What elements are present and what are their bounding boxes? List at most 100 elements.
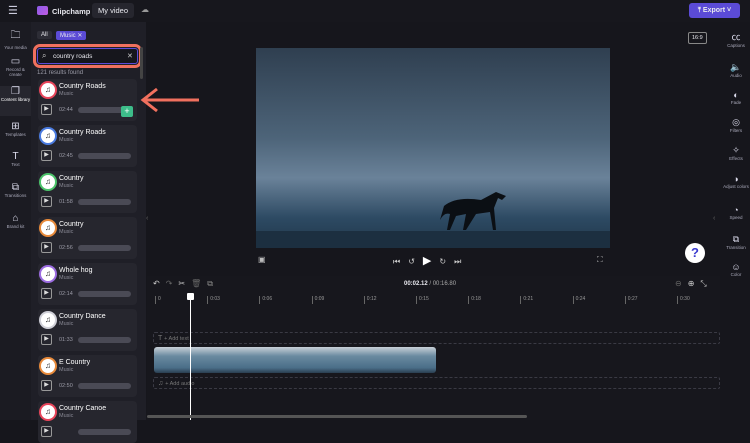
collapse-rail-icon[interactable]: ‹ xyxy=(713,215,715,222)
waveform xyxy=(78,291,131,297)
camera-icon: ▭ xyxy=(10,56,21,67)
skip-back-icon[interactable]: ⏮ xyxy=(393,257,408,266)
nav-record-create[interactable]: ▭ Record & create xyxy=(0,56,31,77)
playhead[interactable] xyxy=(187,293,194,420)
nav-transitions[interactable]: ⧉ Transitions xyxy=(0,182,31,198)
collapse-panel-icon[interactable]: ‹ xyxy=(146,215,152,229)
play-icon[interactable]: ▶ xyxy=(41,426,52,437)
fit-icon[interactable]: ⤡ xyxy=(700,279,712,288)
track-title: Country Roads xyxy=(59,129,106,136)
brand-icon: ⌂ xyxy=(12,213,19,224)
track-title: Country xyxy=(59,175,84,182)
speed-icon: ◔ xyxy=(733,205,739,215)
ruler-tick: 0:15 xyxy=(416,296,429,304)
play-icon[interactable]: ▶ xyxy=(41,196,52,207)
play-icon[interactable]: ▶ xyxy=(41,104,52,115)
track-duration: 01:58 xyxy=(59,199,73,205)
menu-icon[interactable]: ☰ xyxy=(8,4,18,17)
play-icon[interactable]: ▶ xyxy=(41,242,52,253)
rail-filters[interactable]: ◎ Filters xyxy=(722,117,750,133)
audio-track[interactable]: ♫ + Add audio xyxy=(153,377,720,389)
music-card[interactable]: ♫ Country Music ▶ 01:58 xyxy=(38,171,137,213)
filters-icon: ◎ xyxy=(732,117,740,127)
rail-transition[interactable]: ⧉ Transition xyxy=(722,234,750,250)
music-disc-icon: ♫ xyxy=(41,83,55,97)
music-card[interactable]: ♫ Country Roads Music ▶ 02:45 xyxy=(38,125,137,167)
text-track[interactable]: T + Add text xyxy=(153,332,720,344)
music-disc-icon: ♫ xyxy=(41,175,55,189)
ruler-tick: 0:03 xyxy=(207,296,220,304)
fullscreen-icon[interactable]: ⛶ xyxy=(597,255,603,265)
duplicate-icon[interactable]: ⧉ xyxy=(207,279,219,288)
music-disc-icon: ♫ xyxy=(41,129,55,143)
search-input[interactable]: ⌕ country roads ✕ xyxy=(37,48,138,64)
play-icon[interactable]: ▶ xyxy=(41,150,52,161)
forward-5-icon[interactable]: ↻ xyxy=(439,257,454,266)
music-disc-icon: ♫ xyxy=(41,359,55,373)
rail-audio[interactable]: 🔈 Audio xyxy=(722,62,750,78)
play-icon[interactable]: ▶ xyxy=(41,380,52,391)
cc-icon: ㏄ xyxy=(731,32,741,42)
ruler-tick: 0:21 xyxy=(520,296,533,304)
clear-search-icon[interactable]: ✕ xyxy=(127,52,133,60)
screenshot-icon[interactable]: ▣ xyxy=(258,255,266,264)
waveform xyxy=(78,383,131,389)
play-icon[interactable]: ▶ xyxy=(41,288,52,299)
music-disc-icon: ♫ xyxy=(41,267,55,281)
project-name[interactable]: My video xyxy=(92,3,135,18)
nav-your-media[interactable]: 🗀 Your media xyxy=(0,28,31,50)
filter-all[interactable]: All xyxy=(37,31,52,39)
zoom-out-icon[interactable]: ⊖ xyxy=(675,279,688,288)
results-count: 121 results found xyxy=(37,70,84,76)
music-card[interactable]: ♫ Country Music ▶ 02:56 xyxy=(38,217,137,259)
undo-icon[interactable]: ↶ xyxy=(153,279,166,288)
cloud-off-icon: ☁ xyxy=(141,5,149,14)
music-card[interactable]: ♫ Whole hog Music ▶ 02:14 xyxy=(38,263,137,305)
timecode: 00:02.12 / 00:16.80 xyxy=(404,281,457,287)
rail-fade[interactable]: ◐ Fade xyxy=(722,90,750,105)
music-disc-icon: ♫ xyxy=(41,405,55,419)
close-icon[interactable]: ✕ xyxy=(77,33,82,39)
track-duration: 01:33 xyxy=(59,337,73,343)
speaker-icon: 🔈 xyxy=(730,62,742,72)
wand-icon: ✧ xyxy=(732,145,740,155)
contrast-icon: ◑ xyxy=(733,174,739,184)
rail-captions[interactable]: ㏄ Captions xyxy=(722,30,750,48)
track-title: Country xyxy=(59,221,84,228)
play-icon[interactable]: ▶ xyxy=(423,255,439,267)
left-nav: 🗀 Your media ▭ Record & create ❐ Content li… xyxy=(0,22,31,420)
rewind-5-icon[interactable]: ↺ xyxy=(408,257,423,266)
timeline-scrollbar[interactable] xyxy=(147,415,527,418)
track-title: Country Roads xyxy=(59,83,106,90)
export-button[interactable]: ⤒ Export ˅ xyxy=(689,3,740,18)
nav-templates[interactable]: ⊞ Templates xyxy=(0,121,31,137)
skip-forward-icon[interactable]: ⏭ xyxy=(454,257,469,266)
music-card[interactable]: ♫ Country Dance Music ▶ 01:33 xyxy=(38,309,137,351)
delete-icon[interactable]: 🗑 xyxy=(191,279,207,288)
scissors-icon[interactable]: ✂ xyxy=(178,279,191,288)
nav-text[interactable]: T Text xyxy=(0,151,31,167)
aspect-ratio-button[interactable]: 16:9 xyxy=(688,32,707,44)
ruler-tick: 0 xyxy=(155,296,161,304)
rail-speed[interactable]: ◔ Speed xyxy=(722,205,750,220)
music-card[interactable]: ♫ E Country Music ▶ 02:50 xyxy=(38,355,137,397)
filter-music[interactable]: Music ✕ xyxy=(56,31,87,40)
play-icon[interactable]: ▶ xyxy=(41,334,52,345)
track-title: Country Dance xyxy=(59,313,106,320)
video-clip[interactable] xyxy=(154,347,436,373)
nav-brand-kit[interactable]: ⌂ Brand kit xyxy=(0,213,31,229)
rail-adjust-colors[interactable]: ◑ Adjust colors xyxy=(722,174,750,189)
video-preview[interactable] xyxy=(256,48,610,248)
text-icon: T xyxy=(12,151,19,162)
rail-effects[interactable]: ✧ Effects xyxy=(722,145,750,161)
nav-content-library[interactable]: ❐ Content library xyxy=(0,86,31,116)
zoom-in-icon[interactable]: ⊕ xyxy=(688,279,701,288)
music-disc-icon: ♫ xyxy=(41,221,55,235)
rail-color[interactable]: ☺ Color xyxy=(722,262,750,277)
help-button[interactable]: ? xyxy=(685,243,705,263)
music-card[interactable]: ♫ Country Canoe Music ▶ xyxy=(38,401,137,443)
panel-scrollbar[interactable] xyxy=(140,47,143,79)
redo-icon[interactable]: ↷ xyxy=(166,279,179,288)
add-to-timeline-button[interactable]: + xyxy=(121,106,133,117)
clipchamp-logo-icon xyxy=(37,6,48,15)
